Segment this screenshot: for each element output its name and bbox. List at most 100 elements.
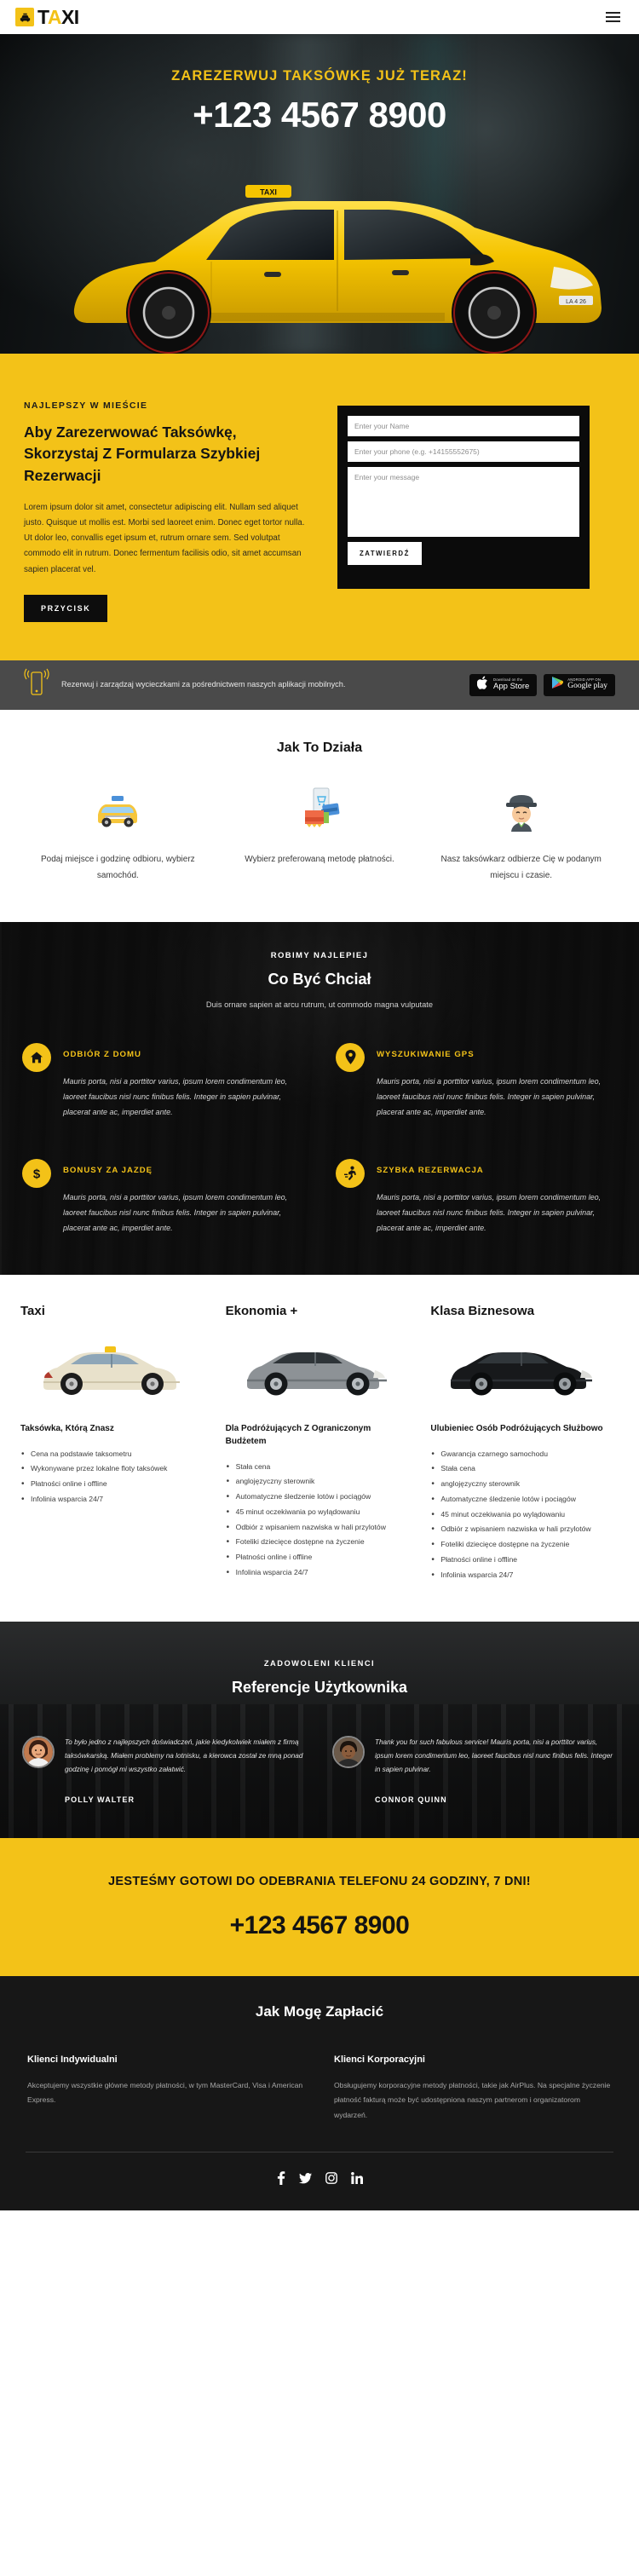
- submit-button[interactable]: ZATWIERDŹ: [348, 542, 422, 565]
- how-step-text: Nasz taksówkarz odbierze Cię w podanym m…: [440, 854, 602, 881]
- testimonial-quote: To było jedno z najlepszych doświadczeń,…: [65, 1738, 303, 1774]
- facebook-icon[interactable]: [276, 2171, 285, 2186]
- fleet-card-name: Klasa Biznesowa: [430, 1303, 535, 1318]
- testimonial: To było jedno z najlepszych doświadczeń,…: [22, 1736, 307, 1804]
- feature-title: BONUSY ZA JAZDĘ: [63, 1165, 153, 1175]
- booking-body: Lorem ipsum dolor sit amet, consectetur …: [24, 503, 305, 574]
- app-store-button[interactable]: Download on the App Store: [469, 673, 538, 696]
- list-item: anglojęzyczny sterownik: [430, 1476, 619, 1492]
- fleet-card: Klasa Biznesowa Ulubieniec Osób Podróżuj…: [430, 1304, 619, 1583]
- fleet-card: Taxi Taksówka, Którą Znasz Cena na podst…: [20, 1304, 209, 1583]
- fleet-card-name: Taxi: [20, 1303, 45, 1318]
- running-person-icon: [336, 1158, 365, 1188]
- list-item: Cena na podstawie taksometru: [20, 1446, 209, 1462]
- fleet-section: Taxi Taksówka, Którą Znasz Cena na podst…: [0, 1274, 639, 1622]
- feature-item: SZYBKA REZERWACJA Mauris porta, nisi a p…: [336, 1158, 617, 1236]
- svg-text:$: $: [33, 1167, 41, 1181]
- list-item: Foteliki dziecięce dostępne na życzenie: [226, 1534, 414, 1550]
- taxi-car-icon: [15, 8, 34, 26]
- list-item: Wykonywane przez lokalne floty taksówek: [20, 1461, 209, 1477]
- booking-eyebrow: NAJLEPSZY W MIEŚCIE: [24, 401, 148, 411]
- fleet-card-subtitle: Ulubieniec Osób Podróżujących Służbowo: [430, 1423, 603, 1433]
- payments-grid: Klienci Indywidualni Akceptujemy wszystk…: [22, 2054, 617, 2124]
- wallet-card-phone-icon: [233, 785, 407, 838]
- features-eyebrow: ROBIMY NAJLEPIEJ: [270, 950, 369, 960]
- taxi-cab-icon: [31, 785, 205, 838]
- features-grid: ODBIÓR Z DOMU Mauris porta, nisi a portt…: [22, 1042, 617, 1236]
- testimonial-quote: Thank you for such fabulous service! Mau…: [375, 1738, 613, 1774]
- google-play-triangle-icon: [551, 676, 564, 694]
- payments-body: Akceptujemy wszystkie główne metody płat…: [27, 2080, 303, 2105]
- woman-avatar: [22, 1736, 55, 1769]
- home-icon: [22, 1042, 51, 1072]
- how-it-works-section: Jak To Działa Podaj miejsce i godzinę od…: [0, 709, 639, 922]
- dollar-sign-icon: $: [22, 1158, 51, 1188]
- features-section: ROBIMY NAJLEPIEJ Co Być Chciał Duis orna…: [0, 921, 639, 1275]
- how-step-text: Wybierz preferowaną metodę płatności.: [245, 854, 394, 864]
- hero-eyebrow: ZAREZERWUJ TAKSÓWKĘ JUŻ TERAZ!: [171, 68, 468, 84]
- apple-icon: [476, 676, 489, 694]
- list-item: Foteliki dziecięce dostępne na życzenie: [430, 1536, 619, 1553]
- list-item: Odbiór z wpisaniem nazwiska w hali przyl…: [226, 1519, 414, 1536]
- feature-title: WYSZUKIWANIE GPS: [377, 1049, 475, 1059]
- taxi-driver-icon: [434, 785, 608, 838]
- feature-item: $ BONUSY ZA JAZDĘ Mauris porta, nisi a p…: [22, 1158, 303, 1236]
- list-item: Infolinia wsparcia 24/7: [226, 1565, 414, 1581]
- fleet-card-subtitle: Dla Podróżujących Z Ograniczonym Budżete…: [225, 1423, 371, 1446]
- testimonials-grid: To było jedno z najlepszych doświadczeń,…: [22, 1736, 617, 1804]
- list-item: Płatności online i offline: [430, 1552, 619, 1568]
- grey-sedan-car-image: [226, 1330, 414, 1409]
- list-item: Płatności online i offline: [226, 1549, 414, 1565]
- testimonial-author: CONNOR QUINN: [375, 1795, 447, 1805]
- list-item: Stała cena: [226, 1459, 414, 1475]
- payments-column: Klienci Korporacyjni Obsługujemy korpora…: [334, 2054, 612, 2124]
- feature-title: SZYBKA REZERWACJA: [377, 1165, 484, 1175]
- fleet-card-features: Cena na podstawie taksometru Wykonywane …: [20, 1446, 209, 1507]
- instagram-icon[interactable]: [325, 2171, 337, 2185]
- hero-phone-number[interactable]: +123 4567 8900: [0, 95, 639, 135]
- fleet-card-subtitle: Taksówka, Którą Znasz: [20, 1423, 114, 1433]
- phone-input[interactable]: [348, 441, 579, 462]
- list-item: Stała cena: [430, 1461, 619, 1477]
- list-item: Infolinia wsparcia 24/7: [430, 1567, 619, 1583]
- fleet-card-features: Stała cena anglojęzyczny sterownik Autom…: [226, 1459, 414, 1581]
- hero-section: ZAREZERWUJ TAKSÓWKĘ JUŻ TERAZ! +123 4567…: [0, 34, 639, 354]
- testimonial-author: POLLY WALTER: [65, 1795, 135, 1805]
- how-it-works-title: Jak To Działa: [276, 740, 363, 755]
- mobile-phone-signal-icon: [24, 668, 49, 701]
- google-play-button[interactable]: ANDROID APP ON Google play: [544, 673, 615, 696]
- svg-text:LA 4 26: LA 4 26: [566, 299, 586, 305]
- list-item: Płatności online i offline: [20, 1476, 209, 1492]
- app-strip-text: Rezerwuj i zarządzaj wycieczkami za pośr…: [61, 680, 346, 689]
- booking-section: NAJLEPSZY W MIEŚCIE Aby Zarezerwować Tak…: [0, 354, 639, 660]
- fleet-card-name: Ekonomia +: [225, 1303, 298, 1318]
- cta-headline: JESTEŚMY GOTOWI DO ODEBRANIA TELEFONU 24…: [108, 1875, 531, 1889]
- name-input[interactable]: [348, 416, 579, 436]
- fleet-card-features: Gwarancja czarnego samochodu Stała cena …: [430, 1446, 619, 1583]
- message-input[interactable]: [348, 467, 579, 537]
- list-item: 45 minut oczekiwania po wylądowaniu: [430, 1507, 619, 1523]
- hero-car-image: TAXI LA 4 26: [73, 185, 602, 354]
- how-step: Podaj miejsce i godzinę odbioru, wybierz…: [17, 785, 219, 885]
- list-item: Infolinia wsparcia 24/7: [20, 1491, 209, 1507]
- booking-cta-button[interactable]: PRZYCISK: [24, 594, 108, 622]
- payments-section: Jak Mogę Zapłacić Klienci Indywidualni A…: [0, 1975, 639, 2211]
- hamburger-menu-icon[interactable]: [602, 9, 624, 26]
- app-store-label: App Store: [493, 681, 530, 691]
- feature-body: Mauris porta, nisi a porttitor varius, i…: [377, 1192, 602, 1232]
- quick-booking-form: ZATWIERDŹ: [337, 406, 590, 589]
- payments-heading: Klienci Indywidualni: [27, 2054, 118, 2065]
- site-header: TAXI: [0, 0, 639, 34]
- feature-body: Mauris porta, nisi a porttitor varius, i…: [63, 1192, 288, 1232]
- store-badges: Download on the App Store ANDROID APP ON…: [469, 673, 615, 696]
- how-step: Wybierz preferowaną metodę płatności.: [219, 785, 421, 885]
- black-luxury-sedan-image: [430, 1330, 619, 1409]
- cta-phone-number[interactable]: +123 4567 8900: [26, 1911, 613, 1940]
- booking-copy: NAJLEPSZY W MIEŚCIE Aby Zarezerwować Tak…: [24, 401, 314, 622]
- feature-title: ODBIÓR Z DOMU: [63, 1049, 141, 1059]
- twitter-icon[interactable]: [299, 2171, 312, 2185]
- cta-section: JESTEŚMY GOTOWI DO ODEBRANIA TELEFONU 24…: [0, 1838, 639, 1976]
- linkedin-icon[interactable]: [351, 2171, 363, 2185]
- site-logo[interactable]: TAXI: [15, 7, 79, 27]
- how-it-works-grid: Podaj miejsce i godzinę odbioru, wybierz…: [17, 785, 622, 885]
